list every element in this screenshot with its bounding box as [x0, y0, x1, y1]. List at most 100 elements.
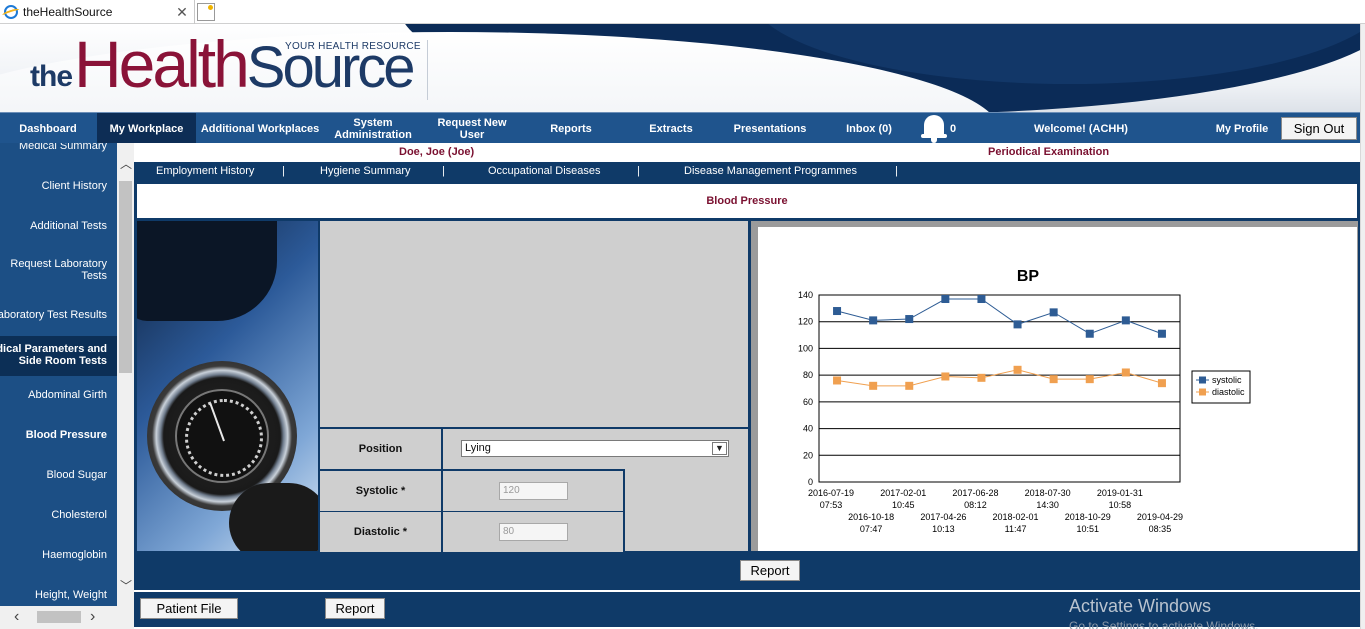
- y-tick-label: 60: [803, 397, 813, 407]
- y-tick-label: 20: [803, 450, 813, 460]
- systolic-label: Systolic *: [320, 471, 441, 511]
- new-tab-icon[interactable]: [197, 3, 215, 21]
- browser-icon: [4, 5, 18, 19]
- sidebar-item-medical-summary[interactable]: Medical Summary: [0, 143, 107, 152]
- position-select[interactable]: Lying ▼: [461, 440, 729, 457]
- nav-dashboard[interactable]: Dashboard: [0, 113, 96, 144]
- legend-label: systolic: [1212, 375, 1242, 385]
- data-point-diastolic: [1085, 375, 1094, 384]
- data-point-systolic: [1085, 329, 1094, 338]
- sidebar-item-client-history[interactable]: Client History: [0, 180, 107, 192]
- x-tick-label: 10:51: [1076, 524, 1099, 534]
- nav-request-new-user[interactable]: Request New User: [430, 113, 514, 144]
- header-banner: the Health Source YOUR HEALTH RESOURCE: [0, 24, 1360, 112]
- data-point-systolic: [941, 295, 950, 304]
- y-tick-label: 80: [803, 370, 813, 380]
- main-navbar: Dashboard My Workplace Additional Workpl…: [0, 112, 1360, 144]
- nav-extracts[interactable]: Extracts: [630, 113, 712, 144]
- data-point-diastolic: [941, 372, 950, 381]
- sidebar-item-height-weight[interactable]: Height, Weight: [0, 589, 107, 601]
- sidebar-item-blood-sugar[interactable]: Blood Sugar: [0, 469, 107, 481]
- scroll-down-icon[interactable]: ﹀: [120, 580, 132, 592]
- section-title: Blood Pressure: [706, 195, 788, 207]
- data-point-systolic: [1049, 308, 1058, 317]
- blood-pressure-photo: [137, 221, 318, 551]
- scrollbar-thumb[interactable]: [37, 611, 81, 623]
- data-point-systolic: [1013, 320, 1022, 329]
- x-tick-label: 11:47: [1005, 524, 1027, 534]
- sidebar-item-cholesterol[interactable]: Cholesterol: [0, 509, 107, 521]
- page-scrollbar[interactable]: [1360, 24, 1365, 629]
- x-tick-label: 07:53: [820, 500, 843, 510]
- subnav-hygiene-summary[interactable]: Hygiene Summary: [320, 165, 410, 177]
- sidebar-vertical-scrollbar[interactable]: ︿ ﹀: [117, 143, 134, 606]
- browser-tab-strip: theHealthSource ✕: [0, 0, 1365, 24]
- welcome-text: Welcome! (ACHH): [1034, 122, 1128, 135]
- sidebar-item-additional-tests[interactable]: Additional Tests: [0, 220, 107, 232]
- sidebar-item-abdominal-girth[interactable]: Abdominal Girth: [0, 389, 107, 401]
- nav-my-workplace[interactable]: My Workplace: [97, 113, 196, 144]
- data-point-diastolic: [869, 381, 878, 390]
- notification-count: 0: [949, 122, 957, 135]
- subnav-disease-management[interactable]: Disease Management Programmes: [684, 165, 857, 177]
- report-bottom-button[interactable]: Report: [325, 598, 385, 619]
- close-tab-icon[interactable]: ✕: [174, 4, 190, 21]
- scroll-right-icon[interactable]: ›: [90, 608, 95, 626]
- scroll-left-icon[interactable]: ‹: [14, 608, 19, 626]
- x-tick-label: 08:12: [964, 500, 987, 510]
- report-button[interactable]: Report: [740, 560, 800, 581]
- diastolic-input[interactable]: 80: [499, 523, 568, 541]
- sidebar-item-blood-pressure[interactable]: Blood Pressure: [0, 429, 107, 441]
- data-point-diastolic: [977, 373, 986, 382]
- y-tick-label: 120: [798, 317, 813, 327]
- data-point-systolic: [833, 307, 842, 316]
- y-tick-label: 100: [798, 343, 813, 353]
- chevron-down-icon[interactable]: ▼: [712, 442, 727, 455]
- diastolic-label: Diastolic *: [320, 512, 441, 552]
- scrollbar-thumb[interactable]: [119, 181, 132, 373]
- browser-tab-title: theHealthSource: [23, 5, 113, 19]
- sub-navbar: Employment History | Hygiene Summary | O…: [134, 162, 1360, 181]
- sign-out-button[interactable]: Sign Out: [1281, 117, 1357, 140]
- scroll-up-icon[interactable]: ︿: [120, 158, 132, 170]
- nav-system-administration[interactable]: System Administration: [328, 113, 418, 144]
- x-tick-label: 2018-02-01: [993, 512, 1039, 522]
- data-point-diastolic: [1121, 368, 1130, 377]
- data-point-diastolic: [1157, 379, 1166, 388]
- position-label: Position: [320, 429, 441, 469]
- patient-header: Doe, Joe (Joe) Periodical Examination: [134, 143, 1360, 162]
- x-tick-label: 2019-04-29: [1137, 512, 1183, 522]
- chart-title: BP: [1017, 268, 1040, 285]
- x-tick-label: 07:47: [860, 524, 883, 534]
- nav-additional-workplaces[interactable]: Additional Workplaces: [196, 113, 324, 144]
- sidebar-item-haemoglobin[interactable]: Haemoglobin: [0, 549, 107, 561]
- bp-chart-panel: BP 0 20 40 60 80 100 120 140 2016-07-19 07:53 2016…: [758, 227, 1357, 551]
- sidebar-item-request-laboratory-tests[interactable]: Request Laboratory Tests: [0, 258, 107, 282]
- activate-windows-title: Activate Windows: [1069, 596, 1212, 616]
- x-tick-label: 2016-10-18: [848, 512, 894, 522]
- subnav-employment-history[interactable]: Employment History: [156, 165, 254, 177]
- sidebar-item-medical-parameters[interactable]: Medical Parameters and Side Room Tests: [0, 343, 107, 367]
- sidebar: Medical Summary Client History Additiona…: [0, 143, 117, 606]
- position-row: Position Lying ▼: [320, 429, 748, 469]
- nav-my-profile[interactable]: My Profile: [1206, 113, 1278, 144]
- sidebar-item-laboratory-test-results[interactable]: Laboratory Test Results: [0, 309, 107, 321]
- subnav-occupational-diseases[interactable]: Occupational Diseases: [488, 165, 601, 177]
- x-tick-label: 2017-04-26: [920, 512, 966, 522]
- systolic-input[interactable]: 120: [499, 482, 568, 500]
- data-point-systolic: [905, 315, 914, 324]
- sidebar-horizontal-scrollbar[interactable]: ‹ ›: [0, 606, 134, 629]
- series-line-diastolic: [836, 369, 1163, 387]
- legend-marker: [1199, 376, 1206, 384]
- bp-chart: BP 0 20 40 60 80 100 120 140 2016-07-19 07:53 2016…: [798, 268, 1251, 534]
- nav-presentations[interactable]: Presentations: [726, 113, 814, 144]
- nav-inbox[interactable]: Inbox (0): [834, 113, 904, 144]
- bell-icon[interactable]: [921, 113, 947, 144]
- browser-tab[interactable]: theHealthSource ✕: [0, 0, 195, 24]
- data-point-diastolic: [833, 376, 842, 385]
- x-tick-label: 2017-02-01: [880, 488, 926, 498]
- data-point-systolic: [977, 295, 986, 304]
- data-point-systolic: [869, 316, 878, 325]
- nav-reports[interactable]: Reports: [530, 113, 612, 144]
- patient-file-button[interactable]: Patient File: [140, 598, 238, 619]
